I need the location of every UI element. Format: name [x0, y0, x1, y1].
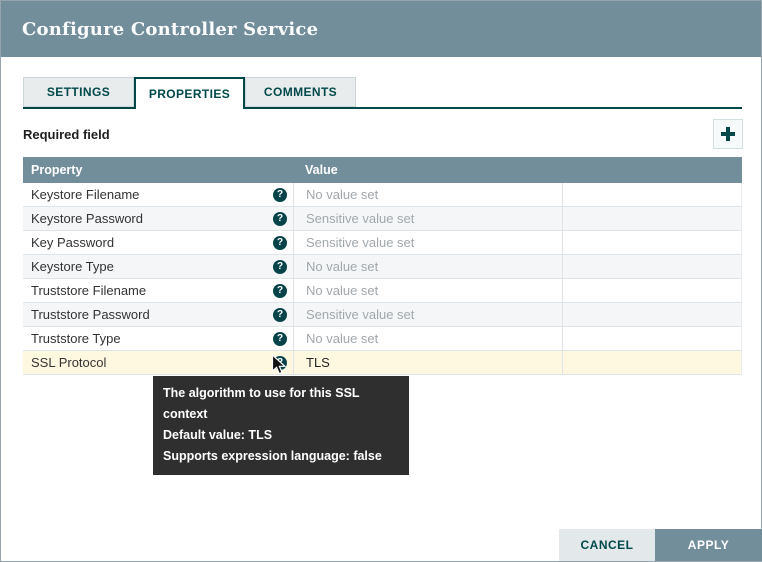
row-actions-cell [562, 231, 741, 254]
row-actions-cell [562, 255, 741, 278]
tooltip-line-description: The algorithm to use for this SSL contex… [163, 383, 399, 425]
tab-settings[interactable]: SETTINGS [23, 77, 134, 107]
table-row: Truststore Type?No value set [23, 327, 742, 351]
question-circle-icon[interactable]: ? [273, 260, 287, 274]
row-actions-cell [562, 351, 741, 374]
tab-properties[interactable]: PROPERTIES [134, 77, 245, 109]
table-row: Truststore Password?Sensitive value set [23, 303, 742, 327]
table-header-row: Property Value [23, 157, 742, 183]
properties-table-body: Keystore Filename?No value setKeystore P… [23, 183, 742, 375]
configure-controller-service-dialog: Configure Controller Service SETTINGS PR… [0, 0, 762, 562]
property-name: Keystore Filename [31, 187, 139, 202]
property-name-cell: Key Password? [23, 231, 293, 254]
property-name: Key Password [31, 235, 114, 250]
property-value-cell[interactable]: No value set [293, 255, 562, 278]
property-value-cell[interactable]: TLS [293, 351, 562, 374]
table-row: Key Password?Sensitive value set [23, 231, 742, 255]
table-row: SSL Protocol?TLS [23, 351, 742, 375]
property-name: Keystore Password [31, 211, 143, 226]
question-circle-icon[interactable]: ? [273, 308, 287, 322]
row-actions-cell [562, 279, 741, 302]
tooltip-line-expression-language: Supports expression language: false [163, 446, 399, 467]
mouse-cursor-icon [271, 354, 287, 376]
row-actions-cell [562, 327, 741, 350]
property-name: Truststore Filename [31, 283, 146, 298]
property-name-cell: Keystore Filename? [23, 183, 293, 206]
apply-button[interactable]: APPLY [655, 529, 762, 561]
tab-strip-underline [23, 107, 742, 109]
property-value-cell[interactable]: Sensitive value set [293, 231, 562, 254]
property-value-cell[interactable]: No value set [293, 183, 562, 206]
property-name: Truststore Type [31, 331, 121, 346]
property-help-tooltip: The algorithm to use for this SSL contex… [153, 376, 409, 475]
row-actions-cell [562, 207, 741, 230]
column-header-value: Value [293, 163, 742, 177]
property-value-cell[interactable]: Sensitive value set [293, 207, 562, 230]
tooltip-line-default-value: Default value: TLS [163, 425, 399, 446]
property-name: SSL Protocol [31, 355, 106, 370]
required-field-label: Required field [23, 127, 110, 142]
row-actions-cell [562, 183, 741, 206]
property-name-cell: Keystore Password? [23, 207, 293, 230]
add-property-button[interactable] [713, 119, 743, 149]
table-row: Truststore Filename?No value set [23, 279, 742, 303]
table-row: Keystore Type?No value set [23, 255, 742, 279]
property-name-cell: Truststore Password? [23, 303, 293, 326]
question-circle-icon[interactable]: ? [273, 284, 287, 298]
plus-icon [721, 127, 735, 141]
table-row: Keystore Password?Sensitive value set [23, 207, 742, 231]
property-value-cell[interactable]: No value set [293, 327, 562, 350]
property-value-cell[interactable]: No value set [293, 279, 562, 302]
table-row: Keystore Filename?No value set [23, 183, 742, 207]
question-circle-icon[interactable]: ? [273, 236, 287, 250]
properties-table: Property Value Keystore Filename?No valu… [23, 157, 742, 375]
property-name: Truststore Password [31, 307, 150, 322]
property-name-cell: Truststore Type? [23, 327, 293, 350]
question-circle-icon[interactable]: ? [273, 188, 287, 202]
question-circle-icon[interactable]: ? [273, 212, 287, 226]
row-actions-cell [562, 303, 741, 326]
property-name-cell: Keystore Type? [23, 255, 293, 278]
dialog-header: Configure Controller Service [1, 1, 761, 57]
property-name-cell: Truststore Filename? [23, 279, 293, 302]
dialog-title: Configure Controller Service [22, 19, 318, 40]
column-header-property: Property [23, 163, 293, 177]
property-value-cell[interactable]: Sensitive value set [293, 303, 562, 326]
tab-comments[interactable]: COMMENTS [245, 77, 356, 107]
question-circle-icon[interactable]: ? [273, 332, 287, 346]
property-name-cell: SSL Protocol? [23, 351, 293, 374]
cancel-button[interactable]: CANCEL [559, 529, 655, 561]
property-name: Keystore Type [31, 259, 114, 274]
